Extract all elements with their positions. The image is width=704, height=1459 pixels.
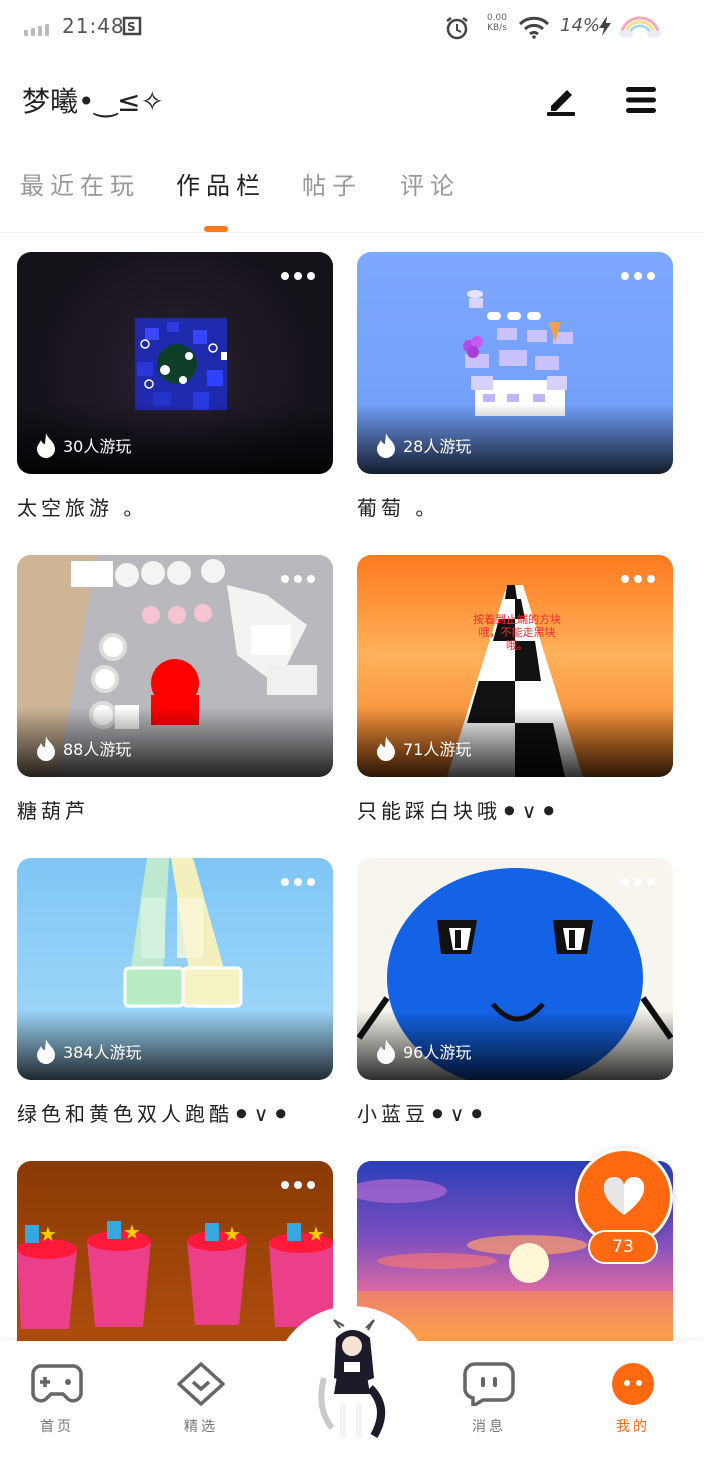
play-count: 88人游玩 bbox=[35, 735, 131, 761]
work-title[interactable]: 只能踩白块哦⚫∨⚫ bbox=[357, 795, 673, 824]
profile-username: 梦曦•‿≤✧ bbox=[22, 85, 164, 118]
flame-icon bbox=[37, 736, 55, 761]
work-thumbnail[interactable]: 28人游玩 bbox=[357, 252, 673, 474]
work-thumbnail[interactable]: 30人游玩 bbox=[17, 252, 333, 474]
heart-badge-icon bbox=[177, 1362, 225, 1406]
flame-icon bbox=[37, 1039, 55, 1064]
charging-icon bbox=[598, 15, 612, 42]
tab-works[interactable]: 作品栏 bbox=[176, 166, 266, 201]
net-speed-value: 0.00 bbox=[486, 13, 508, 23]
nav-label: 首页 bbox=[40, 1419, 74, 1435]
flame-icon bbox=[37, 433, 55, 458]
svg-text:★: ★ bbox=[307, 1222, 325, 1246]
hamburger-menu-icon bbox=[626, 87, 656, 113]
play-count-text: 71人游玩 bbox=[403, 740, 472, 759]
heart-icon bbox=[603, 1177, 645, 1215]
more-options-button[interactable] bbox=[281, 575, 315, 583]
chat-icon bbox=[463, 1362, 515, 1410]
svg-text:S: S bbox=[127, 20, 136, 34]
tabs-divider bbox=[0, 232, 704, 233]
work-title[interactable]: 葡萄 。 bbox=[357, 492, 673, 521]
work-card[interactable]: 384人游玩 绿色和黄色双人跑酷⚫∨⚫ bbox=[17, 858, 333, 1127]
play-count-text: 30人游玩 bbox=[63, 437, 132, 456]
nav-label: 精选 bbox=[184, 1419, 218, 1435]
status-time: 21:48 bbox=[62, 14, 125, 38]
play-count: 384人游玩 bbox=[35, 1038, 142, 1064]
svg-text:★: ★ bbox=[123, 1220, 141, 1244]
play-count: 71人游玩 bbox=[375, 735, 471, 761]
work-title[interactable]: 太空旅游 。 bbox=[17, 492, 333, 521]
me-icon bbox=[612, 1363, 654, 1405]
more-options-button[interactable] bbox=[281, 878, 315, 886]
alarm-icon bbox=[444, 15, 470, 46]
menu-button[interactable] bbox=[623, 82, 659, 118]
status-bar: 21:48 S 0.00 KB/s 14% bbox=[0, 0, 704, 56]
net-speed: 0.00 KB/s bbox=[482, 13, 512, 33]
play-count-text: 96人游玩 bbox=[403, 1043, 472, 1062]
play-count-text: 28人游玩 bbox=[403, 437, 472, 456]
flame-icon bbox=[377, 433, 395, 458]
gamepad-icon bbox=[31, 1364, 83, 1403]
anime-avatar-image bbox=[318, 1319, 385, 1438]
piano-overlay-text: 按着到止端的方块哦，不能走黑块哦。 bbox=[473, 613, 561, 652]
more-options-button[interactable] bbox=[621, 575, 655, 583]
more-options-button[interactable] bbox=[621, 272, 655, 280]
work-thumbnail[interactable]: 96人游玩 bbox=[357, 858, 673, 1080]
work-title[interactable]: 小蓝豆⚫∨⚫ bbox=[357, 1098, 673, 1127]
more-options-button[interactable] bbox=[621, 878, 655, 886]
tab-posts[interactable]: 帖子 bbox=[302, 166, 362, 201]
screen-capture-icon: S bbox=[122, 15, 144, 42]
play-count: 28人游玩 bbox=[375, 432, 471, 458]
play-count-text: 88人游玩 bbox=[63, 740, 132, 759]
svg-text:★: ★ bbox=[223, 1222, 241, 1246]
work-card[interactable]: 30人游玩 太空旅游 。 bbox=[17, 252, 333, 521]
nav-label: 我的 bbox=[616, 1419, 650, 1435]
nav-item-messages[interactable]: 消息 bbox=[444, 1362, 534, 1436]
tab-recently-played[interactable]: 最近在玩 bbox=[20, 166, 140, 201]
play-count-text: 384人游玩 bbox=[63, 1043, 142, 1062]
nav-item-home[interactable]: 首页 bbox=[12, 1362, 102, 1436]
more-options-button[interactable] bbox=[281, 272, 315, 280]
edit-profile-button[interactable] bbox=[543, 82, 579, 118]
center-avatar-button[interactable] bbox=[300, 1318, 404, 1442]
signal-icon bbox=[24, 24, 49, 36]
rainbow-icon bbox=[618, 14, 662, 43]
work-title[interactable]: 绿色和黄色双人跑酷⚫∨⚫ bbox=[17, 1098, 333, 1127]
work-card[interactable]: 28人游玩 葡萄 。 bbox=[357, 252, 673, 521]
work-card[interactable]: 96人游玩 小蓝豆⚫∨⚫ bbox=[357, 858, 673, 1127]
work-thumbnail[interactable]: 88人游玩 bbox=[17, 555, 333, 777]
work-card[interactable]: 88人游玩 糖葫芦 bbox=[17, 555, 333, 824]
flame-icon bbox=[377, 736, 395, 761]
net-speed-unit: KB/s bbox=[487, 23, 507, 33]
nav-item-featured[interactable]: 精选 bbox=[156, 1362, 246, 1436]
wifi-icon bbox=[518, 15, 550, 44]
flame-icon bbox=[377, 1039, 395, 1064]
battery-level: 14% bbox=[560, 15, 601, 36]
nav-label: 消息 bbox=[472, 1419, 506, 1435]
more-options-button[interactable] bbox=[281, 1181, 315, 1189]
play-count: 96人游玩 bbox=[375, 1038, 471, 1064]
svg-text:★: ★ bbox=[39, 1222, 57, 1246]
work-title[interactable]: 糖葫芦 bbox=[17, 795, 333, 824]
pencil-icon bbox=[547, 90, 575, 116]
work-card[interactable]: 按着到止端的方块哦，不能走黑块哦。 71人游玩 只能踩白块哦⚫∨⚫ bbox=[357, 555, 673, 824]
nav-item-me[interactable]: 我的 bbox=[588, 1362, 678, 1436]
tab-comments[interactable]: 评论 bbox=[400, 166, 460, 201]
work-thumbnail[interactable]: 384人游玩 bbox=[17, 858, 333, 1080]
work-thumbnail[interactable]: 按着到止端的方块哦，不能走黑块哦。 71人游玩 bbox=[357, 555, 673, 777]
play-count: 30人游玩 bbox=[35, 432, 131, 458]
like-count: 73 bbox=[588, 1230, 658, 1264]
profile-tabs: 最近在玩 作品栏 帖子 评论 bbox=[0, 166, 704, 210]
